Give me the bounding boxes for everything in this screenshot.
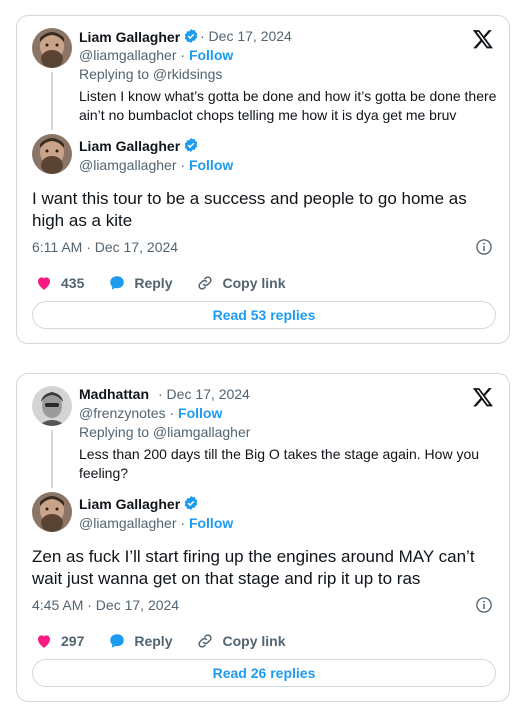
reply-bubble-icon <box>110 634 125 648</box>
info-icon[interactable] <box>475 238 493 256</box>
thread-line <box>51 430 53 488</box>
verified-badge-icon <box>184 138 198 152</box>
follow-button[interactable]: Follow <box>189 157 233 173</box>
parent-tweet-text: Less than 200 days till the Big O takes … <box>79 446 480 481</box>
like-count: 297 <box>61 633 85 649</box>
copy-link-button[interactable]: Copy link <box>196 274 286 292</box>
link-icon <box>198 276 213 290</box>
replying-to: Replying to @liamgallagher <box>79 424 251 440</box>
author-handle: @liamgallagher · Follow <box>79 47 234 63</box>
author-name[interactable]: Liam Gallagher <box>79 495 199 512</box>
tweet-date[interactable]: · Dec 17, 2024 <box>200 28 292 44</box>
author-name[interactable]: Madhattan <box>79 386 149 402</box>
tweet-card-2: Madhattan · Dec 17, 2024 @frenzynotes · … <box>16 373 510 702</box>
author-name[interactable]: Liam Gallagher <box>79 28 199 45</box>
reply-bubble-icon <box>110 276 125 290</box>
tweet-date[interactable]: · Dec 17, 2024 <box>158 386 250 402</box>
tweet-timestamp[interactable]: 4:45 AM · Dec 17, 2024 <box>32 597 179 613</box>
avatar[interactable] <box>32 134 72 174</box>
author-name[interactable]: Liam Gallagher <box>79 137 199 154</box>
tweet-card-1: Liam Gallagher · Dec 17, 2024 @liamgalla… <box>16 15 510 344</box>
avatar[interactable] <box>32 492 72 532</box>
copy-link-button[interactable]: Copy link <box>196 632 286 650</box>
x-logo-icon[interactable] <box>472 28 494 50</box>
x-logo-icon[interactable] <box>472 386 494 408</box>
follow-button[interactable]: Follow <box>189 515 233 531</box>
tweet-timestamp[interactable]: 6:11 AM · Dec 17, 2024 <box>32 239 178 255</box>
avatar[interactable] <box>32 386 72 426</box>
thread-line <box>51 72 53 130</box>
action-bar: 435 Reply Copy link <box>35 273 310 293</box>
like-button[interactable]: 435 <box>35 274 84 292</box>
parent-tweet-text: Listen I know what’s gotta be done and h… <box>79 88 497 123</box>
tweet-text: I want this tour to be a success and peo… <box>32 189 467 230</box>
like-count: 435 <box>61 275 85 291</box>
author-handle: @frenzynotes · Follow <box>79 405 223 421</box>
replying-to: Replying to @rkidsings <box>79 66 223 82</box>
tweet-text: Zen as fuck I’ll start firing up the eng… <box>32 547 475 588</box>
follow-button[interactable]: Follow <box>189 47 233 63</box>
verified-badge-icon <box>184 496 198 510</box>
author-handle: @liamgallagher · Follow <box>79 157 234 173</box>
follow-button[interactable]: Follow <box>178 405 222 421</box>
heart-icon <box>38 635 50 648</box>
reply-button[interactable]: Reply <box>108 632 172 650</box>
reply-button[interactable]: Reply <box>108 274 172 292</box>
author-handle: @liamgallagher · Follow <box>79 515 234 531</box>
heart-icon <box>38 277 50 290</box>
avatar[interactable] <box>32 28 72 68</box>
read-replies-button[interactable]: Read 53 replies <box>32 301 496 329</box>
action-bar: 297 Reply Copy link <box>35 631 310 651</box>
like-button[interactable]: 297 <box>35 632 84 650</box>
link-icon <box>198 634 213 648</box>
info-icon[interactable] <box>475 596 493 614</box>
read-replies-button[interactable]: Read 26 replies <box>32 659 496 687</box>
verified-badge-icon <box>184 29 198 43</box>
